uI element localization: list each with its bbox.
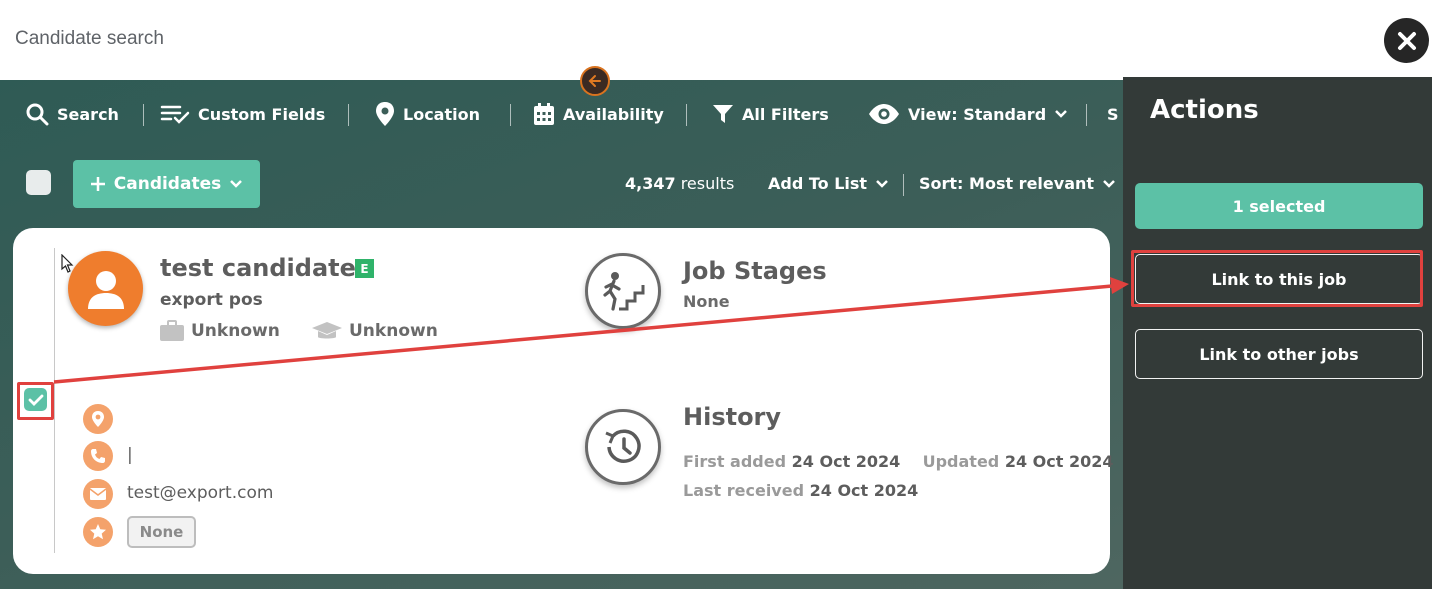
annotation-highlight-link-button [1131,250,1423,307]
add-to-list-dropdown[interactable]: Add To List [768,174,889,193]
search-icon [26,103,49,126]
employment-label: Unknown [191,321,280,341]
last-received-label: Last received [683,481,805,500]
search-filter-label: Search [57,104,119,124]
eye-icon [869,104,899,124]
candidate-position: export pos [160,290,263,310]
history-title: History [683,403,782,431]
view-selector[interactable]: View: Standard [868,100,1068,128]
availability-filter[interactable]: Availability [533,100,664,128]
sort-dropdown[interactable]: Sort: Most relevant [919,174,1116,193]
toolbar-divider [143,104,144,126]
briefcase-icon [160,320,184,341]
link-to-other-jobs-button[interactable]: Link to other jobs [1135,329,1423,379]
chevron-down-icon [876,179,888,188]
all-filters-button[interactable]: All Filters [712,100,829,128]
employment-status: Unknown [159,320,280,342]
sort-label: Sort: Most relevant [919,174,1095,193]
selected-count-button[interactable]: 1 selected [1135,183,1423,229]
plus-icon [90,177,105,191]
chevron-down-icon [1055,110,1068,118]
results-number: 4,347 [625,174,676,193]
toolbar-divider [348,104,349,126]
availability-label: Availability [563,104,664,124]
candidate-email[interactable]: test@export.com [127,483,273,503]
candidate-name[interactable]: test candidate [160,254,356,282]
user-icon [87,270,124,309]
education-status: Unknown [311,320,438,342]
modal-header: Candidate search [0,0,1432,80]
custom-fields-filter[interactable]: Custom Fields [160,100,325,128]
calendar-icon [534,103,554,125]
view-label: View: Standard [908,104,1047,124]
updated-label: Updated [922,452,1000,471]
history-last-received: Last received 24 Oct 2024 [683,481,918,500]
updated-date: 24 Oct 2024 [1004,452,1114,471]
rating-tag[interactable]: None [127,516,196,548]
mouse-cursor-icon [61,254,74,273]
history-added-updated: First added 24 Oct 2024 Updated 24 Oct 2… [683,452,1114,471]
location-pin-icon [376,102,394,126]
toolbar-overflow-label: S [1107,104,1119,124]
avatar[interactable] [68,251,143,326]
annotation-highlight-checkbox [17,382,54,420]
history-icon [585,409,661,485]
chevron-down-icon [230,180,243,188]
filter-toolbar: Search Custom Fields Location Availabili… [0,96,1123,132]
candidate-badge: E [355,259,374,278]
location-label: Location [403,104,480,124]
graduation-cap-icon [312,322,342,339]
candidates-button-label: Candidates [113,174,222,194]
arrow-left-icon [588,75,601,87]
star-icon [83,517,113,547]
job-stages-title: Job Stages [683,257,827,285]
close-button[interactable] [1384,18,1429,63]
card-divider [54,248,55,553]
phone-icon [83,441,113,471]
location-filter[interactable]: Location [375,100,480,128]
filter-icon [713,105,733,123]
first-added-date: 24 Oct 2024 [791,452,901,471]
select-all-checkbox[interactable] [26,170,51,195]
add-candidates-button[interactable]: Candidates [73,160,260,208]
chevron-down-icon [1103,179,1115,188]
toolbar-overflow-item[interactable]: S [1107,100,1119,128]
email-icon [83,479,113,509]
education-label: Unknown [349,321,438,341]
results-count: 4,347 results [625,174,734,193]
toolbar-divider [1086,104,1087,126]
stairs-icon [585,253,661,329]
actions-panel-title: Actions [1150,95,1259,125]
collapse-filters-button[interactable] [580,66,610,96]
toolbar-divider [510,104,511,126]
candidate-phone[interactable]: | [127,445,133,465]
list-check-icon [160,105,190,124]
custom-fields-label: Custom Fields [198,104,326,124]
all-filters-label: All Filters [742,104,829,124]
toolbar-divider [686,104,687,126]
add-to-list-label: Add To List [768,174,868,193]
location-icon [83,404,113,434]
results-label: results [680,174,735,193]
list-controls-divider [903,174,904,196]
search-filter[interactable]: Search [25,100,119,128]
modal-title: Candidate search [15,28,164,49]
close-icon [1397,31,1416,50]
first-added-label: First added [683,452,787,471]
job-stages-value: None [683,292,730,311]
last-received-date: 24 Oct 2024 [809,481,919,500]
list-controls: Candidates 4,347 results Add To List Sor… [0,160,1123,208]
